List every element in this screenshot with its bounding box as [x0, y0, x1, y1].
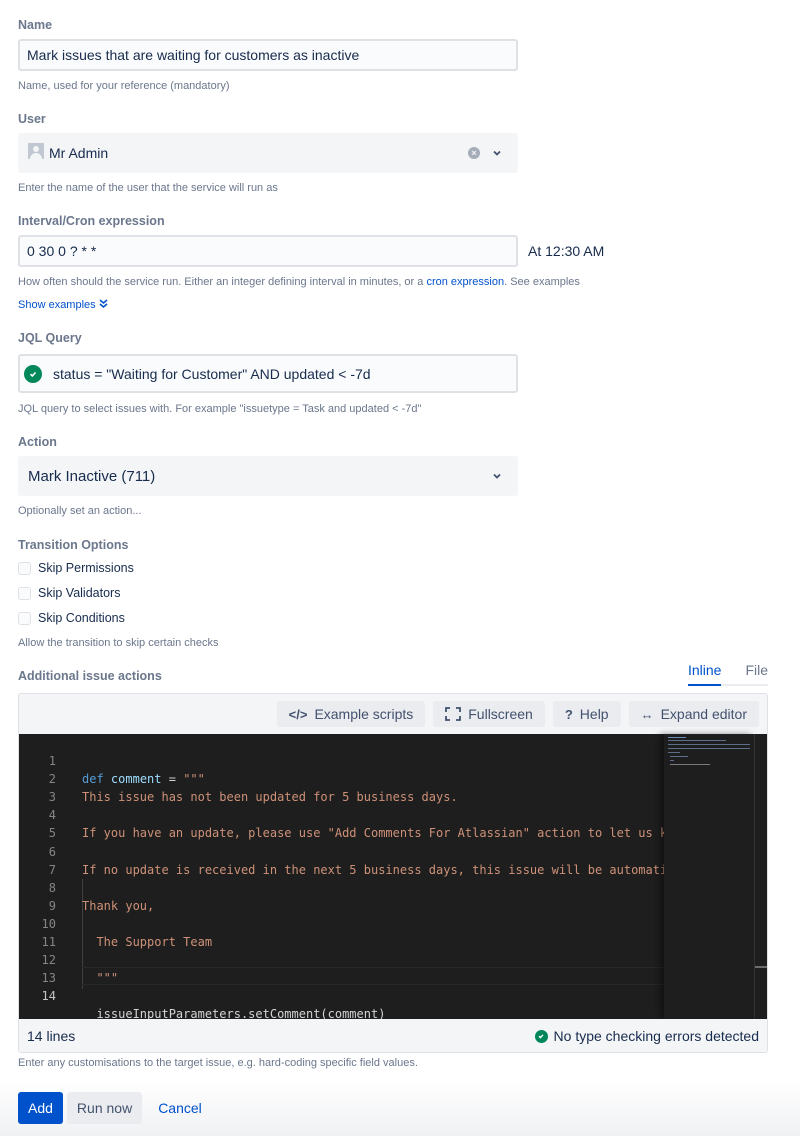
code-line: 13 — [19, 951, 664, 985]
expand-horizontal-icon: ↔ — [640, 706, 654, 722]
clear-icon[interactable]: × — [468, 147, 480, 159]
scrollbar-thumb[interactable] — [755, 966, 767, 968]
code-line: 12 """ — [19, 933, 664, 985]
action-value: Mark Inactive (711) — [28, 467, 156, 485]
checkbox-box[interactable] — [18, 586, 31, 600]
interval-helper-suffix: . See examples — [504, 276, 580, 288]
type-check-status: No type checking errors detected — [534, 1028, 759, 1044]
expand-editor-button[interactable]: ↔ Expand editor — [628, 701, 759, 727]
add-button[interactable]: Add — [18, 1092, 63, 1124]
checkbox-label: Skip Validators — [38, 586, 121, 600]
code-line: 9 — [19, 879, 664, 913]
script-editor: </> Example scripts Fullscreen ? Help ↔ … — [18, 693, 768, 1053]
additional-actions-label: Additional issue actions — [18, 669, 162, 683]
action-label: Action — [18, 435, 57, 449]
type-check-text: No type checking errors detected — [553, 1028, 759, 1044]
cron-input[interactable]: 0 30 0 ? * * — [18, 235, 518, 267]
expand-editor-label: Expand editor — [660, 706, 747, 722]
example-scripts-button[interactable]: </> Example scripts — [276, 701, 426, 727]
double-chevron-down-icon — [99, 299, 108, 309]
code-line: 2 This issue has not been updated for 5 … — [19, 752, 664, 804]
name-helper: Name, used for your reference (mandatory… — [18, 80, 230, 92]
cron-expression-link[interactable]: cron expression — [426, 276, 504, 288]
action-helper: Optionally set an action... — [18, 505, 142, 517]
checkbox-box[interactable] — [18, 561, 31, 575]
example-scripts-label: Example scripts — [314, 706, 414, 722]
checkbox-label: Skip Conditions — [38, 611, 125, 625]
skip-permissions-checkbox[interactable]: Skip Permissions — [18, 561, 134, 575]
tab-inline[interactable]: Inline — [687, 660, 722, 686]
action-select[interactable]: Mark Inactive (711) — [18, 456, 518, 496]
code-line: 7 — [19, 843, 664, 877]
additional-helper: Enter any customisations to the target i… — [18, 1057, 418, 1069]
tab-file[interactable]: File — [721, 660, 768, 686]
chevron-down-icon — [493, 473, 501, 479]
chevron-down-icon[interactable] — [492, 148, 502, 158]
transition-label: Transition Options — [18, 538, 129, 552]
jql-label: JQL Query — [18, 331, 82, 345]
skip-conditions-checkbox[interactable]: Skip Conditions — [18, 611, 125, 625]
code-line: 5 — [19, 806, 664, 840]
jql-helper: JQL query to select issues with. For exa… — [18, 403, 422, 415]
cron-description: At 12:30 AM — [528, 243, 605, 259]
code-line: 6 If no update is received in the next 5… — [19, 824, 664, 877]
transition-helper: Allow the transition to skip certain che… — [18, 637, 219, 649]
line-text: issueInputParameters.setComment(comment) — [82, 1007, 386, 1019]
code-line: 4 If you have an update, please use "Add… — [19, 788, 664, 840]
check-circle-icon — [534, 1029, 548, 1043]
interval-helper: How often should the service run. Either… — [18, 276, 580, 288]
form-actions: Add Run now Cancel — [18, 1092, 212, 1124]
run-now-button[interactable]: Run now — [66, 1092, 143, 1124]
editor-toolbar: </> Example scripts Fullscreen ? Help ↔ … — [19, 694, 767, 734]
valid-check-icon — [24, 364, 42, 383]
code-line: 11 — [19, 915, 664, 949]
cancel-button[interactable]: Cancel — [148, 1092, 212, 1124]
editor-mode-tabs: Inline File — [664, 660, 768, 686]
jql-input[interactable]: status = "Waiting for Customer" AND upda… — [18, 354, 518, 393]
user-helper: Enter the name of the user that the serv… — [18, 182, 278, 194]
help-button[interactable]: ? Help — [552, 701, 621, 727]
show-examples-label: Show examples — [18, 299, 96, 311]
code-line: 10 The Support Team — [19, 897, 664, 949]
user-avatar-icon — [28, 143, 44, 159]
help-label: Help — [579, 706, 609, 722]
user-value: Mr Admin — [49, 145, 109, 161]
show-examples-link[interactable]: Show examples — [18, 299, 108, 311]
code-line: 3 — [19, 770, 664, 804]
help-icon: ? — [564, 706, 573, 722]
name-input[interactable]: Mark issues that are waiting for custome… — [18, 39, 518, 71]
vertical-scrollbar[interactable] — [754, 734, 767, 1019]
checkbox-box[interactable] — [18, 611, 31, 625]
fullscreen-button[interactable]: Fullscreen — [433, 701, 545, 727]
code-icon: </> — [288, 706, 308, 722]
line-number: 14 — [41, 989, 56, 1004]
code-lines[interactable]: 1 def comment = """ 2 This issue has not… — [19, 734, 664, 1019]
fullscreen-icon — [445, 707, 462, 721]
code-line: 1 def comment = """ — [19, 734, 664, 786]
code-editor[interactable]: 1 def comment = """ 2 This issue has not… — [19, 734, 767, 1019]
checkbox-label: Skip Permissions — [38, 561, 134, 575]
user-select[interactable]: Mr Admin × — [18, 133, 518, 173]
skip-validators-checkbox[interactable]: Skip Validators — [18, 586, 120, 600]
interval-label: Interval/Cron expression — [18, 214, 165, 228]
user-label: User — [18, 112, 46, 126]
interval-helper-text: How often should the service run. Either… — [18, 276, 427, 288]
editor-status-bar: 14 lines No type checking errors detecte… — [19, 1019, 767, 1052]
code-line: 14 issueInputParameters.setComment(comme… — [19, 969, 664, 1019]
fullscreen-label: Fullscreen — [468, 706, 533, 722]
code-minimap[interactable] — [664, 734, 754, 1019]
jql-value: status = "Waiting for Customer" AND upda… — [53, 365, 371, 382]
line-count: 14 lines — [27, 1028, 76, 1044]
code-line: 8 Thank you, — [19, 861, 664, 913]
name-label: Name — [18, 18, 53, 32]
